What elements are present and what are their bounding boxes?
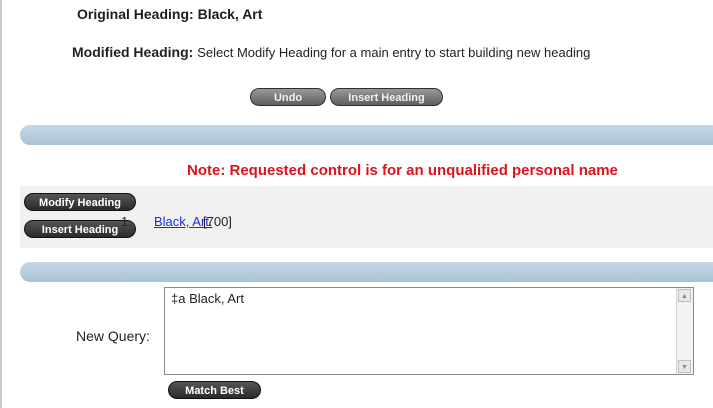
- scroll-up-arrow-icon[interactable]: ▲: [678, 289, 691, 302]
- insert-heading-row-button[interactable]: Insert Heading: [24, 220, 136, 238]
- scroll-down-arrow-icon[interactable]: ▼: [678, 360, 691, 373]
- result-field-tag: [700]: [203, 214, 232, 229]
- result-number: 1.: [121, 214, 132, 229]
- original-heading-value: Black, Art: [197, 6, 263, 22]
- new-query-textarea[interactable]: ‡a Black, Art ▲ ▼: [164, 287, 694, 375]
- match-best-button[interactable]: Match Best: [168, 381, 261, 399]
- undo-button[interactable]: Undo: [250, 88, 326, 106]
- original-heading: Original Heading: Black, Art: [77, 6, 262, 22]
- insert-heading-button[interactable]: Insert Heading: [330, 88, 443, 106]
- query-scrollbar[interactable]: ▲ ▼: [676, 288, 693, 374]
- section-divider-bar: [20, 125, 713, 145]
- modified-heading: Modified Heading: Select Modify Heading …: [72, 44, 590, 60]
- new-query-label: New Query:: [76, 328, 150, 344]
- left-border: [0, 0, 2, 408]
- control-note: Note: Requested control is for an unqual…: [187, 162, 618, 179]
- new-query-text: ‡a Black, Art: [171, 291, 244, 306]
- modified-heading-value: Select Modify Heading for a main entry t…: [197, 45, 591, 60]
- modify-heading-button[interactable]: Modify Heading: [24, 193, 136, 211]
- original-heading-label: Original Heading:: [77, 6, 194, 22]
- section-divider-bar-2: [20, 262, 713, 282]
- modified-heading-label: Modified Heading:: [72, 44, 194, 60]
